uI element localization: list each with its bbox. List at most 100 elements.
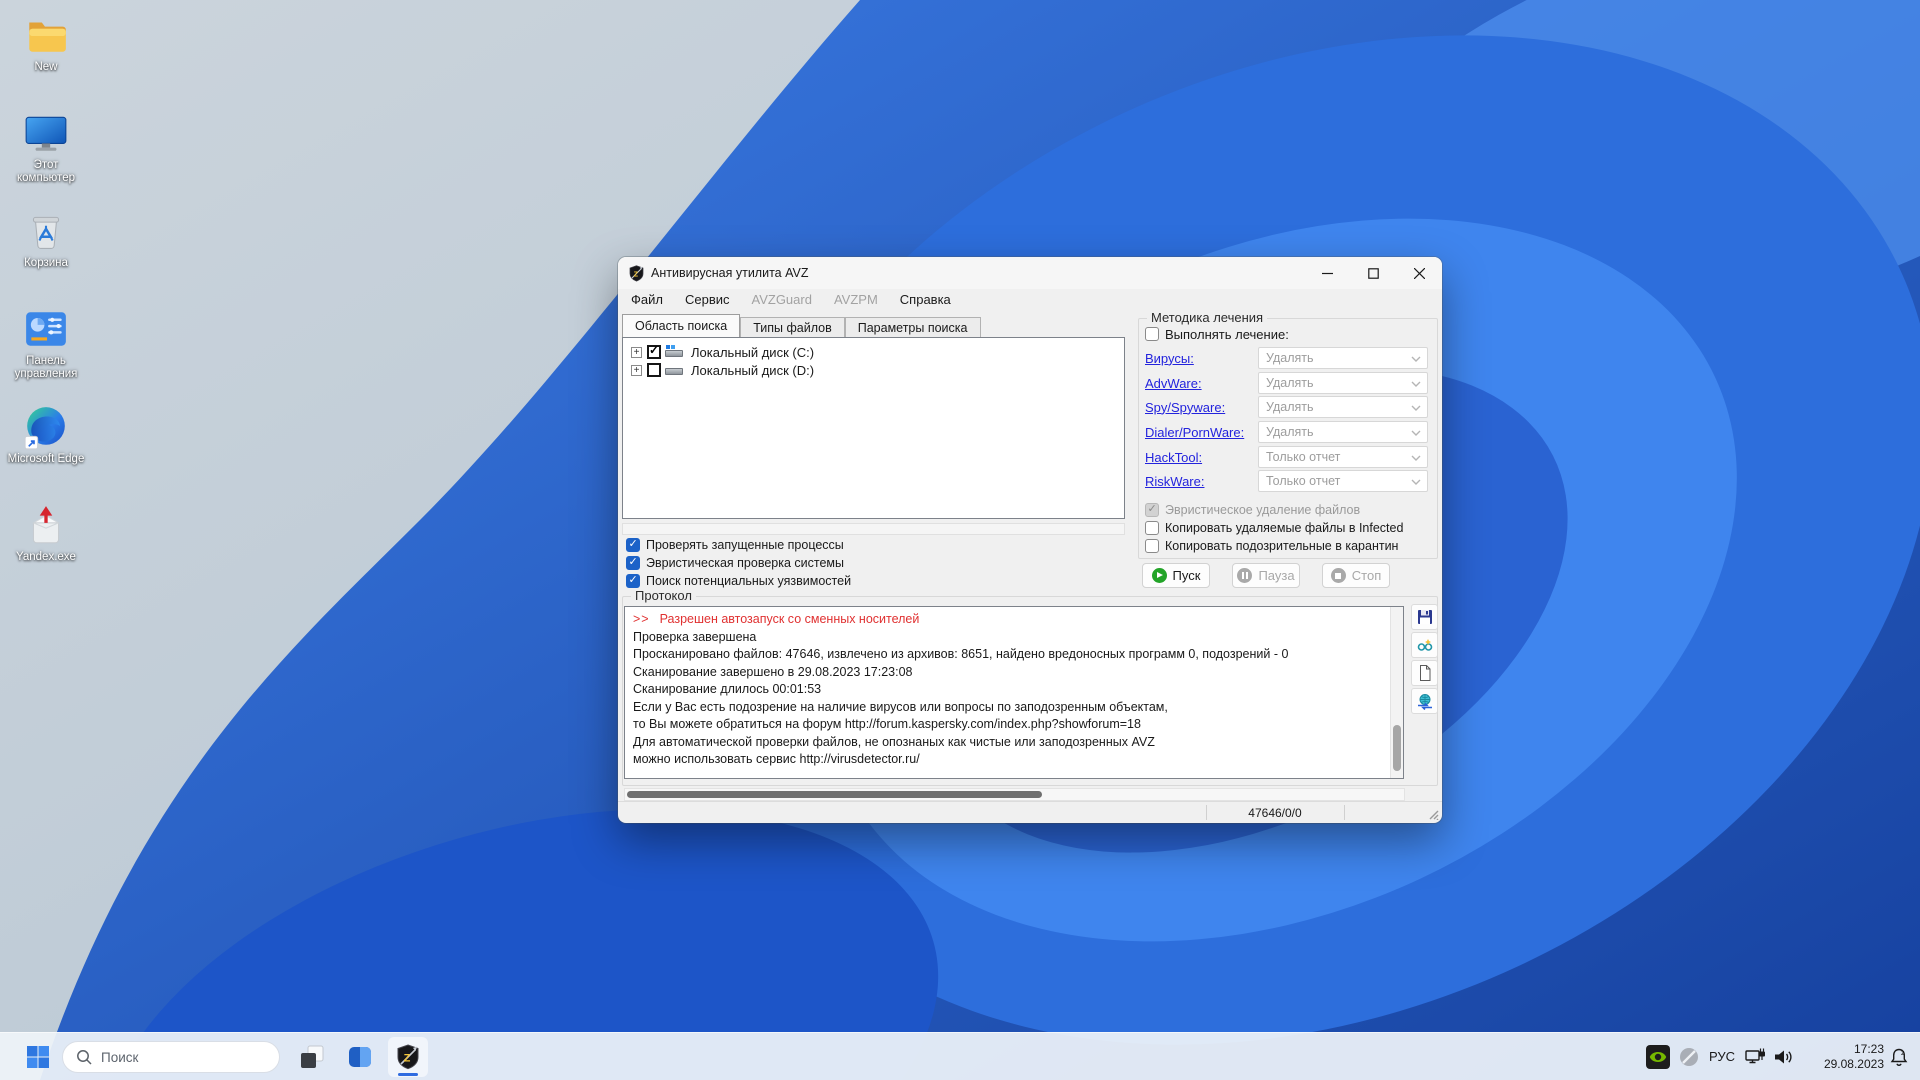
treatment-row-spyware: Spy/Spyware: Удалять <box>1145 396 1428 418</box>
treatment-row-advware: AdvWare: Удалять <box>1145 372 1428 394</box>
maximize-button[interactable] <box>1350 257 1396 289</box>
start-button[interactable]: Пуск <box>1142 563 1210 588</box>
desktop-icon-yandex-exe[interactable]: Yandex.exe <box>6 502 86 564</box>
scrollbar-thumb[interactable] <box>1393 725 1401 771</box>
checkbox-checked-disabled <box>1145 502 1159 517</box>
pause-icon <box>1237 568 1253 583</box>
option-heuristic-delete: Эвристическое удаление файлов <box>1145 502 1360 518</box>
checkbox-checked[interactable] <box>626 537 640 552</box>
riskware-select[interactable]: Только отчет <box>1258 470 1428 492</box>
menu-avzguard: AVZGuard <box>751 292 812 307</box>
title-bar[interactable]: Z Антивирусная утилита AVZ <box>618 257 1442 289</box>
option-vulnerability-search[interactable]: Поиск потенциальных уязвимостей <box>626 573 851 589</box>
status-bar: 47646/0/0 <box>618 801 1442 823</box>
tray-status-blocked[interactable] <box>1678 1046 1700 1068</box>
chevron-down-icon <box>1411 479 1421 485</box>
protocol-log[interactable]: >> Разрешен автозапуск со сменных носител… <box>624 606 1404 779</box>
treatment-row-riskware: RiskWare: Только отчет <box>1145 470 1428 492</box>
disk-icon <box>665 363 685 377</box>
task-view-icon <box>301 1045 324 1068</box>
file-explorer-button[interactable] <box>340 1037 380 1077</box>
clear-log-button[interactable] <box>1411 660 1438 686</box>
tree-item-disk-c[interactable]: Локальный диск (C:) <box>631 343 814 361</box>
view-log-button[interactable] <box>1411 632 1438 658</box>
hacktool-link[interactable]: HackTool: <box>1145 450 1202 465</box>
expand-plus-icon[interactable] <box>631 364 642 376</box>
tab-file-types[interactable]: Типы файлов <box>740 317 845 337</box>
option-label: Копировать удаляемые файлы в Infected <box>1165 521 1404 535</box>
chevron-down-icon <box>1411 356 1421 362</box>
web-submit-button[interactable] <box>1411 688 1438 714</box>
hacktool-select[interactable]: Только отчет <box>1258 446 1428 468</box>
tray-nvidia[interactable] <box>1646 1045 1670 1069</box>
minimize-button[interactable] <box>1304 257 1350 289</box>
desktop-icon-control-panel[interactable]: Панель управления <box>6 306 86 381</box>
avz-window: Z Антивирусная утилита AVZ Файл Сервис A… <box>618 257 1442 823</box>
dialer-select[interactable]: Удалять <box>1258 421 1428 443</box>
checkbox-unchecked[interactable] <box>1145 539 1159 553</box>
log-line: Если у Вас есть подозрение на наличие ви… <box>633 699 1168 714</box>
perform-treatment-checkbox-row[interactable]: Выполнять лечение: <box>1145 326 1289 342</box>
tray-volume[interactable] <box>1772 1046 1794 1068</box>
taskbar-search[interactable]: Поиск <box>62 1041 280 1073</box>
tree-horizontal-scrollbar[interactable] <box>622 523 1125 535</box>
desktop-icon-label: Панель управления <box>14 355 78 380</box>
riskware-link[interactable]: RiskWare: <box>1145 474 1204 489</box>
checkbox-checked[interactable] <box>626 555 640 570</box>
desktop-icon-label: Yandex.exe <box>16 551 76 563</box>
language-indicator[interactable]: РУС <box>1702 1049 1742 1064</box>
expand-plus-icon[interactable] <box>631 346 642 358</box>
tree-item-disk-d[interactable]: Локальный диск (D:) <box>631 361 814 379</box>
desktop-icon-recycle-bin[interactable]: Корзина <box>6 208 86 270</box>
menu-service[interactable]: Сервис <box>674 289 741 313</box>
viruses-select[interactable]: Удалять <box>1258 347 1428 369</box>
tab-search-parameters[interactable]: Параметры поиска <box>844 317 981 337</box>
advware-link[interactable]: AdvWare: <box>1145 376 1202 391</box>
checkbox-unchecked[interactable] <box>1145 521 1159 535</box>
spyware-select[interactable]: Удалять <box>1258 396 1428 418</box>
option-heuristic-check[interactable]: Эвристическая проверка системы <box>626 555 844 571</box>
tray-clock[interactable]: 17:23 29.08.2023 <box>1798 1042 1884 1072</box>
select-value: Удалять <box>1266 425 1314 439</box>
desktop-icon-this-pc[interactable]: Этот компьютер <box>6 110 86 185</box>
option-copy-deleted-infected[interactable]: Копировать удаляемые файлы в Infected <box>1145 520 1403 536</box>
resize-grip[interactable] <box>1427 808 1439 820</box>
tree-item-label: Локальный диск (C:) <box>691 344 815 360</box>
tab-search-area[interactable]: Область поиска <box>622 314 741 337</box>
menu-file[interactable]: Файл <box>620 289 674 313</box>
tray-notifications[interactable]: z <box>1888 1046 1910 1068</box>
select-value: Только отчет <box>1266 474 1341 488</box>
log-horizontal-scrollbar[interactable] <box>624 788 1405 801</box>
menu-help[interactable]: Справка <box>889 289 962 313</box>
option-check-processes[interactable]: Проверять запущенные процессы <box>626 537 844 553</box>
log-vertical-scrollbar[interactable] <box>1390 607 1403 778</box>
tab-strip: Область поиска Типы файлов Параметры пои… <box>622 314 981 337</box>
checkbox-unchecked[interactable] <box>1145 327 1159 341</box>
chevron-down-icon <box>1411 381 1421 387</box>
advware-select[interactable]: Удалять <box>1258 372 1428 394</box>
close-button[interactable] <box>1396 257 1442 289</box>
tray-network[interactable] <box>1744 1046 1766 1068</box>
minimize-icon <box>1321 272 1333 274</box>
treatment-row-viruses: Вирусы: Удалять <box>1145 347 1428 369</box>
task-view-button[interactable] <box>292 1037 332 1077</box>
treatment-row-hacktool: HackTool: Только отчет <box>1145 446 1428 468</box>
scrollbar-thumb[interactable] <box>627 791 1042 798</box>
save-icon <box>1417 610 1432 624</box>
spyware-link[interactable]: Spy/Spyware: <box>1145 400 1225 415</box>
desktop: New Этот компьютер Корзина Панель управл… <box>0 0 1920 1080</box>
tree-checkbox-unchecked[interactable] <box>647 363 661 377</box>
option-copy-suspicious-quarantine[interactable]: Копировать подозрительные в карантин <box>1145 538 1398 554</box>
viruses-link[interactable]: Вирусы: <box>1145 351 1194 366</box>
option-label: Проверять запущенные процессы <box>646 538 844 552</box>
option-label: Эвристическое удаление файлов <box>1165 503 1361 517</box>
desktop-icon-new-folder[interactable]: New <box>6 12 86 74</box>
checkbox-checked[interactable] <box>626 573 640 588</box>
taskbar-avz-app[interactable]: Z <box>388 1037 428 1077</box>
start-button[interactable] <box>18 1037 58 1077</box>
dialer-link[interactable]: Dialer/PornWare: <box>1145 425 1244 440</box>
tree-checkbox-checked[interactable] <box>647 343 661 359</box>
desktop-icon-edge[interactable]: Microsoft Edge <box>6 404 86 466</box>
maximize-icon <box>1367 267 1379 279</box>
save-log-button[interactable] <box>1411 604 1438 630</box>
